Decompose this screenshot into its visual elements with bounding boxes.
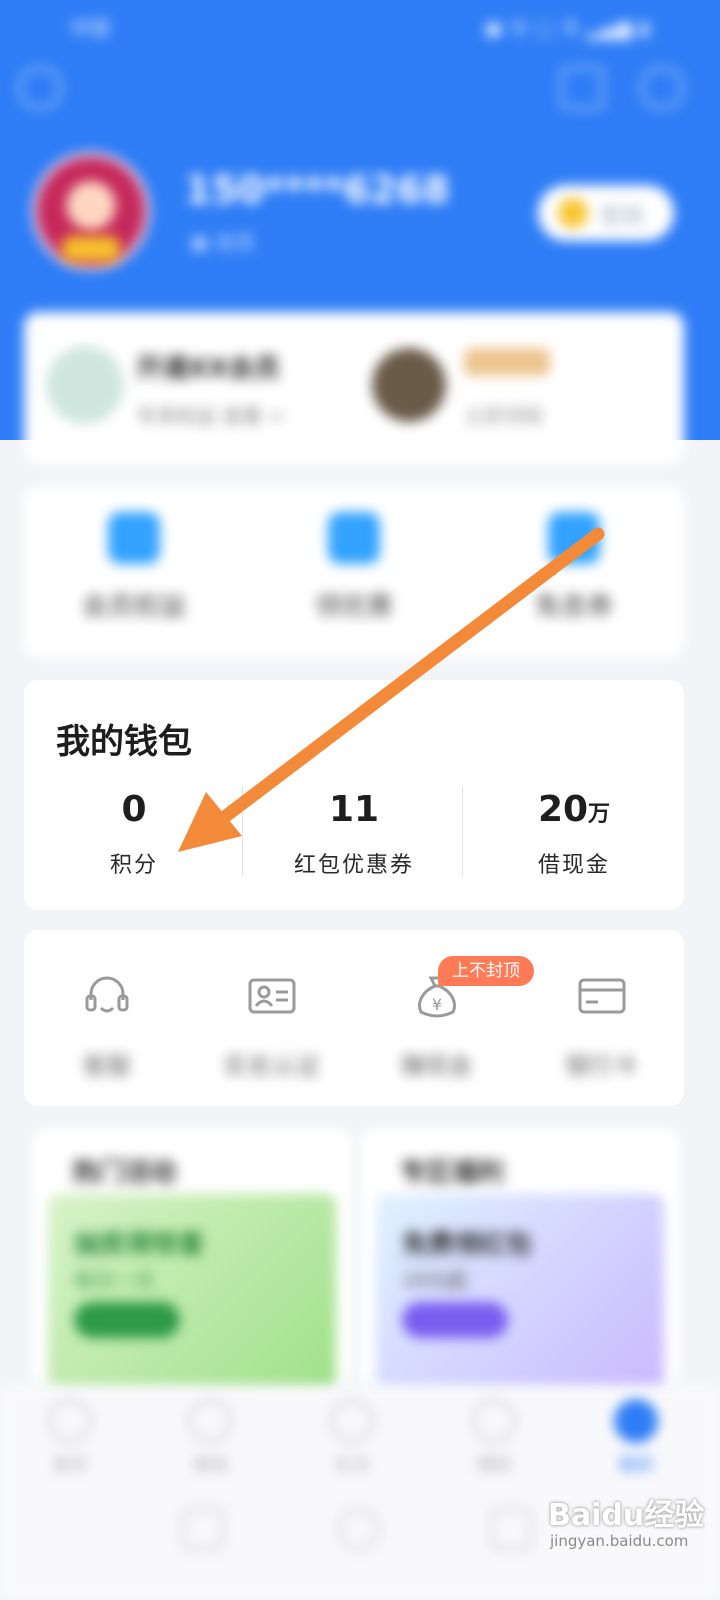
watermark-url: jingyan.baidu.com bbox=[550, 1532, 689, 1550]
promo-banner: 抽奖得惊喜 每日一次 bbox=[48, 1194, 336, 1394]
tab-label: 借钱 bbox=[192, 1455, 228, 1476]
wallet-cash[interactable]: 20万 借现金 bbox=[464, 790, 684, 879]
promo-card-welfare[interactable]: 专区福利 免费领红包 10元起 bbox=[360, 1128, 680, 1394]
tool-customer-service[interactable]: 客服 bbox=[24, 970, 189, 1081]
wallet-card: 我的钱包 0 积分 11 红包优惠券 20万 借现金 bbox=[24, 680, 684, 910]
watermark-logo: Baidu经验 bbox=[548, 1498, 705, 1533]
vip-badge bbox=[464, 348, 550, 376]
service-icon bbox=[108, 512, 160, 564]
coupons-value: 11 bbox=[328, 789, 380, 830]
promo-tag: 上不封顶 bbox=[438, 956, 534, 986]
promo-card-activity[interactable]: 热门活动 抽奖得惊喜 每日一次 bbox=[32, 1128, 352, 1394]
cash-value: 20 bbox=[537, 789, 589, 830]
tab-life[interactable]: 生活 bbox=[292, 1399, 412, 1477]
tools-card: 客服 实名认证 ¥ 赚现金 银行卡 上不封顶 bbox=[24, 930, 684, 1106]
bank-card-icon bbox=[578, 978, 625, 1014]
tool-label: 实名认证 bbox=[223, 1052, 320, 1080]
service-item[interactable]: 免息券 bbox=[464, 512, 684, 623]
username: 150****6268 bbox=[185, 168, 450, 212]
message-icon[interactable] bbox=[560, 66, 604, 110]
tab-finance[interactable]: 理财 bbox=[434, 1399, 554, 1477]
tool-real-name[interactable]: 实名认证 bbox=[189, 970, 354, 1081]
home-icon bbox=[48, 1399, 92, 1443]
checkin-label: 签到 bbox=[600, 205, 645, 230]
settings-icon[interactable] bbox=[640, 66, 684, 110]
status-bar: 中国 ● 令 □ 令 ▂▄▆ ▮ bbox=[0, 0, 720, 50]
promo-banner: 免费领红包 10元起 bbox=[376, 1194, 664, 1394]
wallet-divider bbox=[242, 786, 243, 876]
status-time: 中国 bbox=[70, 16, 110, 40]
tool-label: 客服 bbox=[82, 1052, 131, 1080]
mine-icon bbox=[614, 1399, 658, 1443]
service-icon bbox=[328, 512, 380, 564]
vip-icon bbox=[46, 346, 124, 424]
scan-icon[interactable] bbox=[18, 66, 62, 110]
vip-avatar-icon bbox=[372, 348, 446, 422]
promo-line2: 每日一次 bbox=[74, 1268, 154, 1292]
wallet-coupons[interactable]: 11 红包优惠券 bbox=[244, 790, 464, 879]
wallet-title: 我的钱包 bbox=[56, 722, 192, 762]
member-level: ▣ 会员 bbox=[190, 230, 256, 254]
vip-title: 开通XX会员 bbox=[136, 354, 281, 384]
promo-title: 热门活动 bbox=[72, 1158, 177, 1188]
promo-button[interactable] bbox=[74, 1302, 180, 1338]
coin-icon bbox=[558, 198, 588, 228]
promo-button[interactable] bbox=[402, 1302, 508, 1338]
checkin-button[interactable]: 签到 bbox=[538, 185, 674, 241]
service-item[interactable]: 会员权益 bbox=[24, 512, 244, 623]
avatar-detail bbox=[62, 236, 120, 262]
tab-mine[interactable]: 我的 bbox=[576, 1399, 696, 1477]
nav-back-key[interactable] bbox=[490, 1508, 532, 1550]
id-card-icon bbox=[248, 978, 295, 1014]
tab-home[interactable]: 首页 bbox=[10, 1399, 130, 1477]
status-icons: ● 令 □ 令 ▂▄▆ ▮ bbox=[484, 16, 650, 40]
cash-label: 借现金 bbox=[537, 853, 610, 878]
cash-unit: 万 bbox=[588, 802, 611, 827]
services-card: 会员权益 领优惠 免息券 bbox=[24, 486, 684, 658]
tool-label: 赚现金 bbox=[400, 1052, 473, 1080]
tool-bank-card[interactable]: 银行卡 bbox=[519, 970, 684, 1081]
vip-caption: 立即领取 bbox=[464, 404, 544, 428]
service-label: 领优惠 bbox=[314, 592, 393, 622]
tool-label: 银行卡 bbox=[565, 1052, 638, 1080]
tab-borrow[interactable]: 借钱 bbox=[150, 1399, 270, 1477]
promo-line2: 10元起 bbox=[402, 1268, 468, 1292]
wallet-points[interactable]: 0 积分 bbox=[24, 790, 244, 879]
service-item[interactable]: 领优惠 bbox=[244, 512, 464, 623]
nav-home-key[interactable] bbox=[338, 1508, 380, 1550]
tab-label: 我的 bbox=[618, 1455, 654, 1476]
tab-label: 生活 bbox=[334, 1455, 370, 1476]
service-label: 免息券 bbox=[534, 592, 613, 622]
points-label: 积分 bbox=[109, 853, 158, 878]
life-icon bbox=[330, 1399, 374, 1443]
service-icon bbox=[548, 512, 600, 564]
borrow-icon bbox=[188, 1399, 232, 1443]
service-label: 会员权益 bbox=[81, 592, 186, 622]
vip-subtitle: 专享权益 查看 > bbox=[136, 404, 286, 428]
wallet-divider bbox=[462, 786, 463, 876]
points-value: 0 bbox=[121, 789, 147, 830]
promo-line1: 抽奖得惊喜 bbox=[74, 1230, 205, 1260]
svg-text:¥: ¥ bbox=[431, 995, 441, 1014]
tool-earn-cash[interactable]: ¥ 赚现金 bbox=[354, 970, 519, 1081]
finance-icon bbox=[472, 1399, 516, 1443]
tab-label: 首页 bbox=[52, 1455, 88, 1476]
headset-icon bbox=[85, 976, 128, 1013]
promo-line1: 免费领红包 bbox=[402, 1230, 533, 1260]
promo-title: 专区福利 bbox=[400, 1158, 505, 1188]
coupons-label: 红包优惠券 bbox=[293, 853, 414, 878]
nav-menu-key[interactable] bbox=[182, 1508, 224, 1550]
vip-card[interactable]: 开通XX会员 专享权益 查看 > 立即领取 bbox=[24, 312, 684, 464]
tab-label: 理财 bbox=[476, 1455, 512, 1476]
